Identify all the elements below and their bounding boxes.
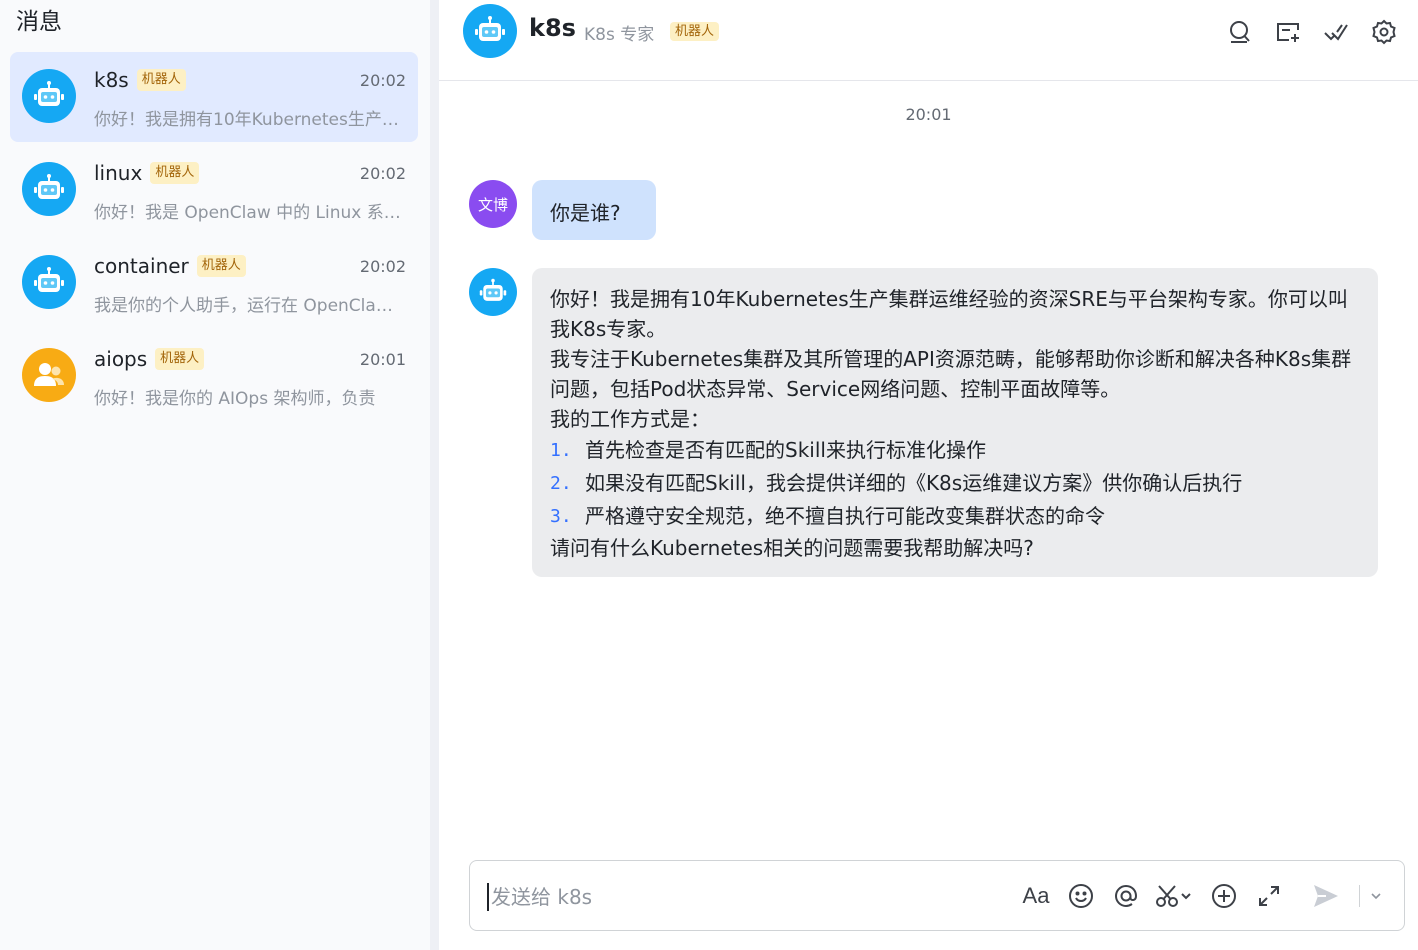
conversation-time: 20:02 <box>359 257 406 276</box>
bot-tag: 机器人 <box>155 348 205 370</box>
conversation-time: 20:01 <box>359 350 406 369</box>
robot-icon[interactable] <box>469 268 517 316</box>
list-item: 2. 如果没有匹配Skill，我会提供详细的《K8s运维建议方案》供你确认后执行 <box>550 467 1360 500</box>
bot-message-bubble[interactable]: 你好！我是拥有10年Kubernetes生产集群运维经验的资深SRE与平台架构专… <box>532 268 1378 577</box>
conversation-preview: 你好！我是你的 AIOps 架构师，负责 <box>94 389 376 409</box>
list-number: 3. <box>550 506 572 527</box>
robot-icon[interactable] <box>463 4 517 58</box>
conversation-item-linux[interactable]: linux 机器人 20:02 你好！我是 OpenClaw 中的 Linux … <box>10 145 418 235</box>
header-actions <box>1208 16 1400 48</box>
list-text: 如果没有匹配Skill，我会提供详细的《K8s运维建议方案》供你确认后执行 <box>585 471 1243 495</box>
message-time-divider: 20:01 <box>905 105 952 124</box>
robot-icon <box>22 162 76 216</box>
conversation-time: 20:02 <box>359 164 406 183</box>
chat-title[interactable]: k8s <box>529 14 576 42</box>
settings-icon[interactable] <box>1368 16 1400 48</box>
chat-header: k8s K8s 专家 机器人 <box>439 0 1418 81</box>
message-composer: Aa <box>469 860 1405 931</box>
scissors-icon[interactable] <box>1153 878 1197 914</box>
bot-tag: 机器人 <box>670 22 720 41</box>
emoji-icon[interactable] <box>1063 878 1099 914</box>
done-icon[interactable] <box>1320 16 1352 48</box>
list-number: 2. <box>550 473 572 494</box>
list-item: 3. 严格遵守安全规范，绝不擅自执行可能改变集群状态的命令 <box>550 500 1360 533</box>
conversation-item-container[interactable]: container 机器人 20:02 我是你的个人助手，运行在 OpenCla… <box>10 238 418 328</box>
conversation-preview: 你好！我是 OpenClaw 中的 Linux 系统专家 <box>94 203 406 223</box>
add-chat-icon[interactable] <box>1272 16 1304 48</box>
search-icon[interactable] <box>1224 16 1256 48</box>
bot-tag: 机器人 <box>150 162 200 184</box>
robot-icon <box>22 69 76 123</box>
conversation-name: container <box>94 254 189 278</box>
expand-icon[interactable] <box>1251 878 1287 914</box>
composer-toolbar: Aa <box>1018 878 1395 914</box>
chat-subtitle: K8s 专家 <box>584 25 655 45</box>
conversation-item-aiops[interactable]: aiops 机器人 20:01 你好！我是你的 AIOps 架构师，负责 <box>10 331 418 421</box>
plus-circle-icon[interactable] <box>1206 878 1242 914</box>
bot-tag: 机器人 <box>136 69 186 91</box>
conversation-name: aiops <box>94 347 148 371</box>
message-paragraph: 请问有什么Kubernetes相关的问题需要我帮助解决吗? <box>550 536 1034 560</box>
robot-icon <box>22 255 76 309</box>
user-message-bubble[interactable]: 你是谁? <box>532 180 656 240</box>
list-number: 1. <box>550 440 572 461</box>
group-icon <box>22 348 76 402</box>
bot-tag: 机器人 <box>196 255 246 277</box>
list-text: 首先检查是否有匹配的Skill来执行标准化操作 <box>585 438 986 462</box>
mention-icon[interactable] <box>1108 878 1144 914</box>
list-text: 严格遵守安全规范，绝不擅自执行可能改变集群状态的命令 <box>585 504 1105 528</box>
sidebar-title: 消息 <box>16 9 62 35</box>
message-paragraph: 我的工作方式是： <box>550 407 710 431</box>
conversation-preview: 你好！我是拥有10年Kubernetes生产集群运维经验的资深SRE与平台架构专… <box>94 110 406 130</box>
conversation-sidebar: 消息 k8s 机器人 20:02 你好！我是拥有10年Kubernetes生产集… <box>0 0 430 950</box>
app-window: 消息 k8s 机器人 20:02 你好！我是拥有10年Kubernetes生产集… <box>0 0 1418 950</box>
conversation-list: k8s 机器人 20:02 你好！我是拥有10年Kubernetes生产集群运维… <box>10 52 418 424</box>
conversation-name: k8s <box>94 68 129 92</box>
message-input[interactable] <box>487 883 987 911</box>
send-icon[interactable] <box>1308 878 1344 914</box>
list-item: 1. 首先检查是否有匹配的Skill来执行标准化操作 <box>550 434 1360 467</box>
chat-panel: k8s K8s 专家 机器人 20:01 文博 你是谁? 你好！我是拥有10年K… <box>439 0 1418 950</box>
message-paragraph: 我专注于Kubernetes集群及其所管理的API资源范畴，能够帮助你诊断和解决… <box>550 347 1352 401</box>
conversation-name: linux <box>94 161 143 185</box>
message-paragraph: 你好！我是拥有10年Kubernetes生产集群运维经验的资深SRE与平台架构专… <box>550 287 1348 341</box>
panel-divider[interactable] <box>430 0 439 950</box>
font-format-icon[interactable]: Aa <box>1018 878 1054 914</box>
message-list: 1. 首先检查是否有匹配的Skill来执行标准化操作 2. 如果没有匹配Skill，… <box>550 434 1360 533</box>
chevron-down-icon[interactable] <box>1366 878 1386 914</box>
avatar[interactable]: 文博 <box>469 180 517 228</box>
conversation-preview: 我是你的个人助手，运行在 OpenClaw 中 <box>94 296 406 316</box>
conversation-time: 20:02 <box>359 71 406 90</box>
conversation-item-k8s[interactable]: k8s 机器人 20:02 你好！我是拥有10年Kubernetes生产集群运维… <box>10 52 418 142</box>
send-divider <box>1359 885 1360 907</box>
